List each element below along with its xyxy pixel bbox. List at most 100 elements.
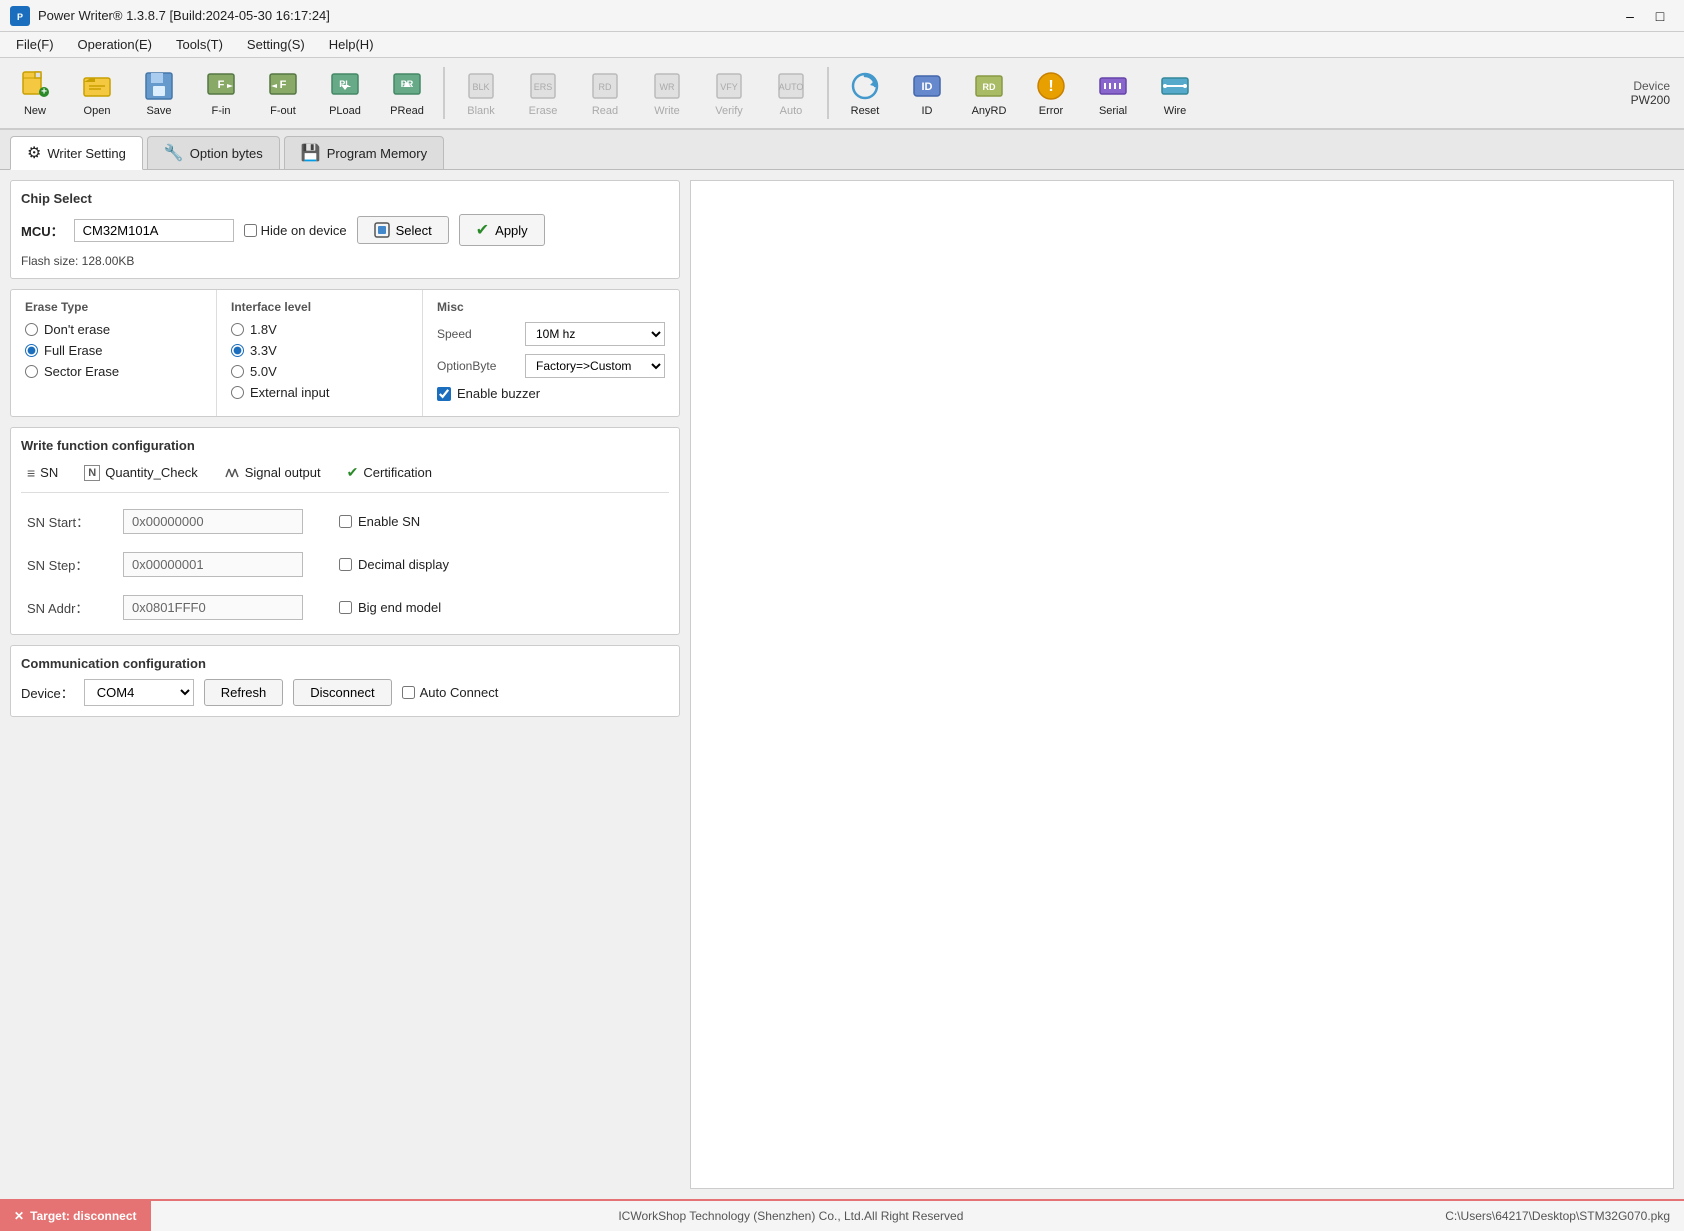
write-function-title: Write function configuration	[21, 438, 669, 453]
auto-connect-checkbox[interactable]	[402, 686, 415, 699]
dont-erase-label: Don't erase	[44, 322, 110, 337]
hide-on-device-checkbox[interactable]	[244, 224, 257, 237]
dont-erase-radio[interactable]	[25, 323, 38, 336]
tab-writer-setting[interactable]: ⚙ Writer Setting	[10, 136, 143, 170]
svg-text:BLK: BLK	[472, 82, 489, 92]
svg-text:ERS: ERS	[534, 82, 553, 92]
save-button[interactable]: Save	[130, 62, 188, 124]
mcu-input[interactable]	[74, 219, 234, 242]
full-erase-option[interactable]: Full Erase	[25, 343, 202, 358]
wf-tab-quantity[interactable]: N Quantity_Check	[78, 462, 204, 484]
auto-connect-check[interactable]: Auto Connect	[402, 685, 499, 700]
pload-label: PLoad	[329, 105, 361, 117]
apply-button[interactable]: ✔ Apply	[459, 214, 545, 246]
wf-tab-sn[interactable]: ≡ SN	[21, 462, 64, 484]
menu-file[interactable]: File(F)	[6, 35, 64, 54]
misc-col: Misc Speed 10M hz 5M hz 2M hz 1M hz Opti…	[422, 290, 679, 416]
fin-button[interactable]: F F-in	[192, 62, 250, 124]
decimal-display-check[interactable]: Decimal display	[339, 557, 449, 572]
wf-tabs: ≡ SN N Quantity_Check Signal output ✔ Ce…	[21, 461, 669, 493]
enable-sn-checkbox[interactable]	[339, 515, 352, 528]
comm-device-label: Device：	[21, 683, 74, 702]
cert-tab-label: Certification	[363, 465, 432, 480]
pload-button[interactable]: PL PLoad	[316, 62, 374, 124]
fout-button[interactable]: F F-out	[254, 62, 312, 124]
refresh-button[interactable]: Refresh	[204, 679, 284, 706]
5v0-option[interactable]: 5.0V	[231, 364, 408, 379]
erase-button[interactable]: ERS Erase	[514, 62, 572, 124]
full-erase-radio[interactable]	[25, 344, 38, 357]
apply-btn-label: Apply	[495, 223, 528, 238]
config-grid: Erase Type Don't erase Full Erase Sector…	[10, 289, 680, 417]
menu-tools[interactable]: Tools(T)	[166, 35, 233, 54]
open-button[interactable]: Open	[68, 62, 126, 124]
toolbar-separator-2	[827, 67, 829, 119]
select-button[interactable]: Select	[357, 216, 449, 244]
enable-buzzer-option[interactable]: Enable buzzer	[437, 386, 665, 401]
menu-operation[interactable]: Operation(E)	[68, 35, 162, 54]
ext-input-option[interactable]: External input	[231, 385, 408, 400]
anyrd-button[interactable]: RD AnyRD	[960, 62, 1018, 124]
sn-addr-input[interactable]	[123, 595, 303, 620]
enable-sn-check[interactable]: Enable SN	[339, 514, 420, 529]
3v3-radio[interactable]	[231, 344, 244, 357]
sn-tab-label: SN	[40, 465, 58, 480]
wire-button[interactable]: Wire	[1146, 62, 1204, 124]
wf-tab-cert[interactable]: ✔ Certification	[341, 461, 438, 484]
enable-buzzer-checkbox[interactable]	[437, 387, 451, 401]
menu-setting[interactable]: Setting(S)	[237, 35, 315, 54]
sn-start-input[interactable]	[123, 509, 303, 534]
pread-button[interactable]: PR PRead	[378, 62, 436, 124]
read-button[interactable]: RD Read	[576, 62, 634, 124]
disconnect-button[interactable]: Disconnect	[293, 679, 391, 706]
verify-button[interactable]: VFY Verify	[700, 62, 758, 124]
menu-bar: File(F) Operation(E) Tools(T) Setting(S)…	[0, 32, 1684, 58]
sn-start-row: SN Start： Enable SN	[27, 509, 663, 534]
dont-erase-option[interactable]: Don't erase	[25, 322, 202, 337]
serial-button[interactable]: Serial	[1084, 62, 1142, 124]
big-end-check[interactable]: Big end model	[339, 600, 441, 615]
open-label: Open	[84, 105, 111, 117]
hide-on-device-label: Hide on device	[261, 223, 347, 238]
5v0-label: 5.0V	[250, 364, 277, 379]
sn-step-input[interactable]	[123, 552, 303, 577]
auto-button[interactable]: AUTO Auto	[762, 62, 820, 124]
id-button[interactable]: ID ID	[898, 62, 956, 124]
wf-tab-signal[interactable]: Signal output	[218, 462, 327, 484]
maximize-button[interactable]: □	[1646, 4, 1674, 28]
hide-on-device-check[interactable]: Hide on device	[244, 223, 347, 238]
interface-level-title: Interface level	[231, 300, 408, 314]
5v0-radio[interactable]	[231, 365, 244, 378]
fout-label: F-out	[270, 105, 296, 117]
chip-select-section: Chip Select MCU： Hide on device Select ✔…	[10, 180, 680, 279]
minimize-button[interactable]: –	[1616, 4, 1644, 28]
new-button[interactable]: + New	[6, 62, 64, 124]
mcu-label: MCU：	[21, 221, 64, 240]
option-byte-select[interactable]: Factory=>Custom Keep Custom	[525, 354, 665, 378]
ext-radio[interactable]	[231, 386, 244, 399]
tab-option-bytes[interactable]: 🔧 Option bytes	[147, 136, 280, 169]
1v8-option[interactable]: 1.8V	[231, 322, 408, 337]
save-icon	[143, 70, 175, 102]
big-end-checkbox[interactable]	[339, 601, 352, 614]
decimal-display-checkbox[interactable]	[339, 558, 352, 571]
error-button[interactable]: ! Error	[1022, 62, 1080, 124]
write-button[interactable]: WR Write	[638, 62, 696, 124]
reset-button[interactable]: Reset	[836, 62, 894, 124]
speed-select[interactable]: 10M hz 5M hz 2M hz 1M hz	[525, 322, 665, 346]
title-bar: P Power Writer® 1.3.8.7 [Build:2024-05-3…	[0, 0, 1684, 32]
comm-device-select[interactable]: COM1 COM2 COM3 COM4	[84, 679, 194, 706]
auto-icon: AUTO	[775, 70, 807, 102]
1v8-radio[interactable]	[231, 323, 244, 336]
svg-text:RD: RD	[983, 82, 996, 92]
blank-button[interactable]: BLK Blank	[452, 62, 510, 124]
program-memory-icon: 💾	[301, 143, 321, 163]
status-error-text: Target: disconnect	[30, 1209, 136, 1223]
menu-help[interactable]: Help(H)	[319, 35, 384, 54]
tab-program-memory[interactable]: 💾 Program Memory	[284, 136, 444, 169]
tab-program-memory-label: Program Memory	[327, 146, 427, 161]
sector-erase-radio[interactable]	[25, 365, 38, 378]
3v3-option[interactable]: 3.3V	[231, 343, 408, 358]
reset-label: Reset	[851, 105, 880, 117]
sector-erase-option[interactable]: Sector Erase	[25, 364, 202, 379]
